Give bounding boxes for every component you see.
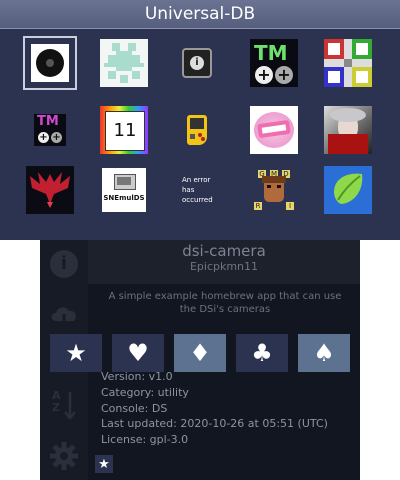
snemulds-label: SNEmulDS — [103, 194, 145, 202]
grid-item-disc[interactable] — [23, 36, 77, 90]
mark-club-button[interactable]: ♣ — [236, 334, 288, 372]
grid-item-tm-plus[interactable]: TM + + — [247, 36, 301, 90]
anime-logo-icon — [250, 106, 298, 154]
ludo-board-icon — [324, 39, 372, 87]
app-console: Console: DS — [101, 402, 168, 415]
grid-item-anime-logo[interactable] — [247, 103, 301, 157]
app-author: Epicpkmn11 — [189, 260, 259, 273]
sort-z-label: Z — [52, 401, 60, 414]
sort-icon[interactable]: A Z — [48, 390, 80, 422]
grid-item-doom-face[interactable]: G M D R I — [247, 163, 301, 217]
grid-item-tm-small[interactable]: TM + + — [23, 103, 77, 157]
grid-item-snemulds[interactable]: SNEmulDS — [97, 163, 151, 217]
heart-icon: ♥ — [127, 339, 149, 367]
mark-spade-button[interactable]: ♠ — [298, 334, 350, 372]
title-bar: Universal-DB — [0, 0, 400, 29]
tm-plus-icon: TM + + — [250, 39, 298, 87]
app-description: A simple example homebrew app that can u… — [108, 291, 342, 315]
grid-item-info-app[interactable]: i — [170, 36, 224, 90]
grid-item-calendar[interactable]: 11 — [97, 103, 151, 157]
spade-icon: ♠ — [313, 339, 335, 367]
app-last-updated: Last updated: 2020-10-26 at 05:51 (UTC) — [101, 417, 328, 430]
grid-item-anime-character[interactable] — [321, 103, 375, 157]
bottom-screen: i A Z dsi-camera Epicpkmn11 A simple exa… — [40, 240, 360, 480]
star-small-icon: ★ — [98, 456, 110, 472]
tm-small-label: TM — [37, 114, 59, 129]
phoenix-icon — [26, 166, 74, 214]
tm-label: TM — [254, 41, 288, 65]
app-header: dsi-camera Epicpkmn11 — [88, 240, 360, 284]
info-app-icon: i — [182, 48, 212, 78]
settings-icon[interactable] — [48, 440, 80, 472]
error-label: An error has occurred — [182, 176, 213, 204]
anime-character-icon — [324, 106, 372, 154]
star-icon: ★ — [65, 339, 87, 367]
error-text-icon: An error has occurred — [170, 175, 224, 205]
calendar-icon: 11 — [100, 106, 148, 154]
doom-face-icon: G M D R I — [254, 170, 294, 210]
grid-item-error[interactable]: An error has occurred — [170, 163, 224, 217]
info-icon[interactable]: i — [48, 248, 80, 280]
mark-diamond-button[interactable]: ♦ — [174, 334, 226, 372]
top-screen: Universal-DB i TM + + TM + + 11 SNEmulDS… — [0, 0, 400, 240]
snemulds-icon: SNEmulDS — [102, 168, 146, 212]
app-store-title: Universal-DB — [144, 4, 256, 24]
gameboy-icon — [187, 115, 207, 145]
mark-heart-button[interactable]: ♥ — [112, 334, 164, 372]
pixel-sprite-icon — [100, 39, 148, 87]
leaf-icon — [324, 166, 372, 214]
mark-star-button[interactable]: ★ — [50, 334, 102, 372]
grid-item-leaf[interactable] — [321, 163, 375, 217]
download-icon[interactable] — [48, 300, 80, 332]
app-title: dsi-camera — [182, 242, 266, 260]
disc-icon — [31, 44, 69, 82]
diamond-icon: ♦ — [189, 339, 211, 367]
tm-small-icon: TM + + — [34, 114, 66, 146]
calendar-day: 11 — [105, 111, 145, 151]
club-icon: ♣ — [251, 339, 273, 367]
app-license: License: gpl-3.0 — [101, 433, 189, 446]
grid-item-gameboy[interactable] — [170, 103, 224, 157]
grid-item-pixel-sprite[interactable] — [97, 36, 151, 90]
app-category: Category: utility — [101, 386, 189, 399]
grid-item-ludo-board[interactable] — [321, 36, 375, 90]
mark-menu-button[interactable]: ★ — [95, 455, 113, 473]
grid-item-phoenix[interactable] — [23, 163, 77, 217]
